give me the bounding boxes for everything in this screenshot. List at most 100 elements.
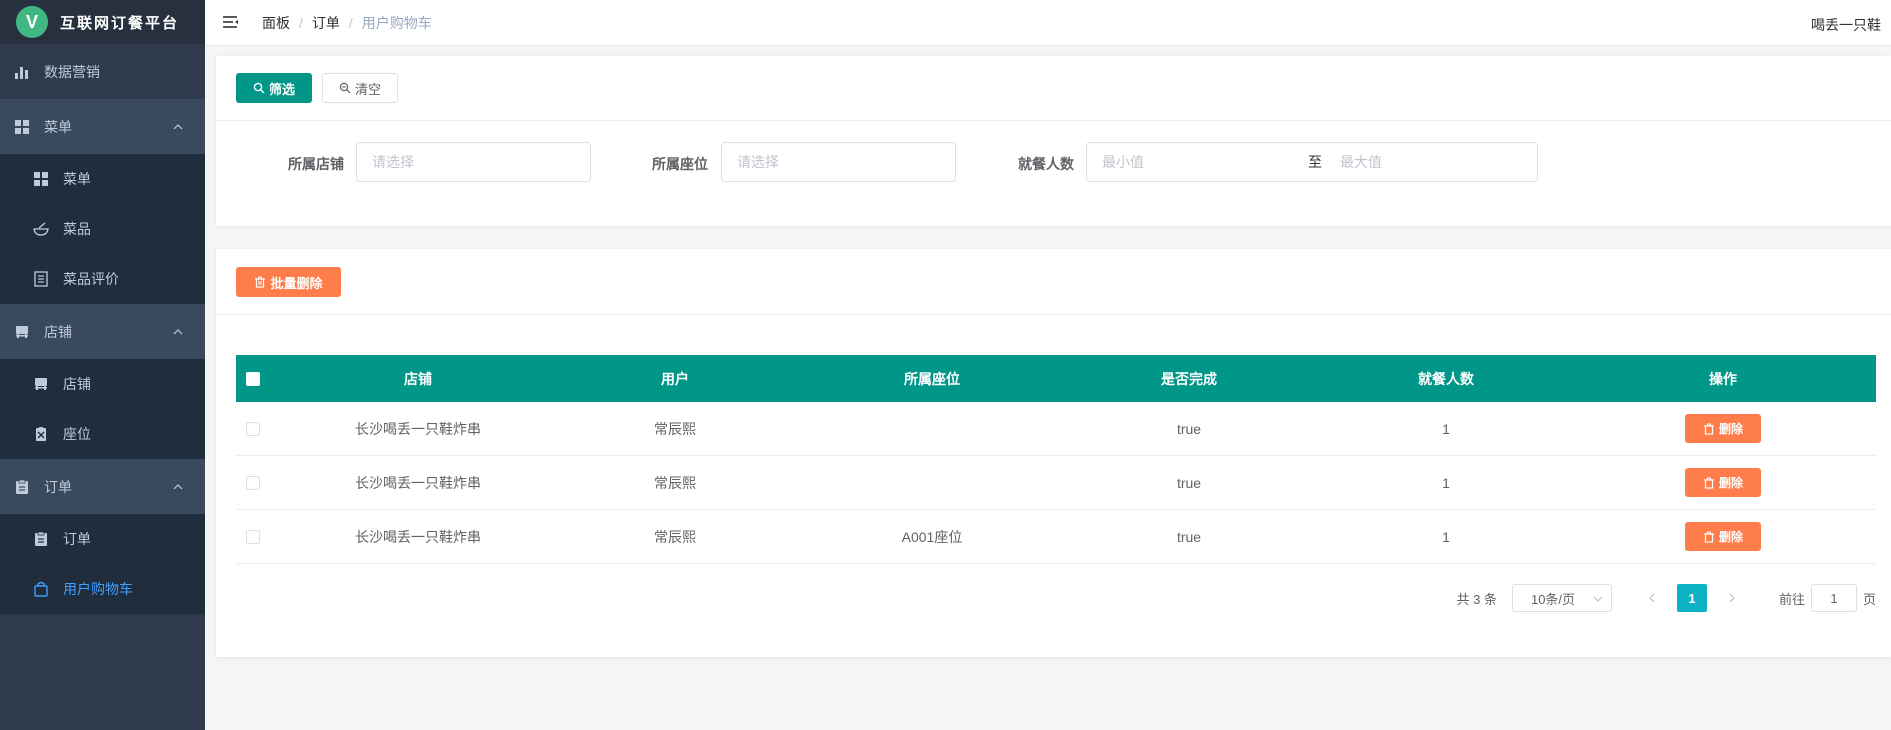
sidebar: V 互联网订餐平台 数据营销 菜单 菜单 菜品 菜品评价 店铺 店铺 座位 订单… <box>0 0 205 730</box>
chevron-up-icon <box>173 328 183 334</box>
menu-toggle-icon[interactable] <box>222 15 240 31</box>
seat-select[interactable]: 请选择 <box>721 142 956 182</box>
sidebar-item-dish-reviews[interactable]: 菜品评价 <box>0 254 205 304</box>
breadcrumb: 面板 / 订单 / 用户购物车 <box>262 13 432 33</box>
sidebar-item-label: 订单 <box>63 531 91 547</box>
sidebar-item-label: 菜品 <box>63 221 91 237</box>
next-page-button[interactable] <box>1717 584 1747 612</box>
breadcrumb-item[interactable]: 订单 <box>312 13 340 33</box>
sidebar-item-dishes[interactable]: 菜品 <box>0 204 205 254</box>
breadcrumb-item[interactable]: 面板 <box>262 13 290 33</box>
cell-diners: 1 <box>1442 474 1450 491</box>
diners-max-input[interactable]: 最大值 <box>1340 152 1382 172</box>
bar-chart-icon <box>14 64 30 80</box>
page-size-select[interactable]: 10条/页 <box>1511 584 1612 612</box>
table-row: 长沙喝丢一只鞋炸串 常辰熙 true 1 删除 <box>236 402 1876 456</box>
trash-icon <box>1703 477 1714 489</box>
row-checkbox[interactable] <box>246 475 260 490</box>
batch-delete-button[interactable]: 批量删除 <box>236 267 341 297</box>
cell-action: 删除 <box>1592 468 1854 497</box>
sidebar-item-menu[interactable]: 菜单 <box>0 154 205 204</box>
cell-user: 常辰熙 <box>654 528 696 545</box>
header-cell: 用户 <box>661 370 689 387</box>
header-cell-select <box>236 371 272 386</box>
trash-icon <box>255 276 266 288</box>
cell-store: 长沙喝丢一只鞋炸串 <box>355 474 481 491</box>
sidebar-group-orders[interactable]: 订单 <box>0 459 205 514</box>
store-select[interactable]: 请选择 <box>356 142 591 182</box>
cell-seat: A001座位 <box>901 528 963 545</box>
grid-icon <box>14 119 30 135</box>
cell-diners: 1 <box>1442 420 1450 437</box>
delete-button[interactable]: 删除 <box>1685 468 1761 497</box>
page-number-current[interactable]: 1 <box>1676 584 1707 612</box>
delete-label: 删除 <box>1718 530 1743 544</box>
sidebar-item-orders[interactable]: 订单 <box>0 514 205 564</box>
list-icon <box>33 271 49 287</box>
sidebar-item-seats[interactable]: 座位 <box>0 409 205 459</box>
app-title: 互联网订餐平台 <box>60 14 180 32</box>
filter-button-label: 筛选 <box>268 81 295 97</box>
cell-user: 常辰熙 <box>654 420 696 437</box>
chevron-left-icon <box>1649 593 1655 603</box>
row-checkbox[interactable] <box>246 421 260 436</box>
grid-icon <box>33 171 49 187</box>
delete-button[interactable]: 删除 <box>1685 522 1761 551</box>
goto-page: 前往 1 页 <box>1779 584 1876 612</box>
sidebar-group-menu[interactable]: 菜单 <box>0 99 205 154</box>
sidebar-item-label: 菜单 <box>44 118 72 135</box>
delete-button[interactable]: 删除 <box>1685 414 1761 443</box>
sidebar-item-label: 菜单 <box>63 171 91 187</box>
filter-panel: 筛选 清空 所属店铺 请选择 所属座位 请选择 就餐人数 最小值 至 最大值 <box>216 56 1891 226</box>
store-icon <box>33 376 49 392</box>
diners-min-input[interactable]: 最小值 <box>1102 152 1308 172</box>
cart-table: 店铺 用户 所属座位 是否完成 就餐人数 操作 长沙喝丢一只鞋炸串 常辰熙 tr… <box>236 355 1876 564</box>
brand: V 互联网订餐平台 <box>0 0 205 44</box>
table-panel: 批量删除 店铺 用户 所属座位 是否完成 就餐人数 操作 长沙喝丢一只鞋炸串 常… <box>216 249 1891 657</box>
cell-action: 删除 <box>1592 414 1854 443</box>
breadcrumb-separator: / <box>299 14 303 31</box>
store-select-placeholder: 请选择 <box>372 154 414 170</box>
seat-label: 所属座位 <box>652 156 708 172</box>
range-separator: 至 <box>1308 154 1322 170</box>
cell-action: 删除 <box>1592 522 1854 551</box>
filter-button[interactable]: 筛选 <box>236 73 312 103</box>
divider <box>216 120 1891 121</box>
goto-page-input[interactable]: 1 <box>1810 584 1857 612</box>
goto-prefix: 前往 <box>1778 591 1805 607</box>
app-logo: V <box>16 6 48 38</box>
sidebar-item-label: 座位 <box>63 426 91 442</box>
table-row: 长沙喝丢一只鞋炸串 常辰熙 A001座位 true 1 删除 <box>236 510 1876 564</box>
breadcrumb-separator: / <box>348 14 353 31</box>
cell-done: true <box>1176 474 1202 491</box>
cell-done: true <box>1176 420 1202 437</box>
select-all-checkbox[interactable] <box>246 371 260 386</box>
goto-suffix: 页 <box>1862 591 1876 607</box>
store-label: 所属店铺 <box>288 156 344 172</box>
sidebar-group-store[interactable]: 店铺 <box>0 304 205 359</box>
pagination-total: 共 3 条 <box>1456 591 1497 607</box>
cell-done: true <box>1176 528 1202 545</box>
sidebar-item-marketing[interactable]: 数据营销 <box>0 44 205 99</box>
delete-label: 删除 <box>1718 476 1743 490</box>
search-icon <box>253 82 265 94</box>
trash-icon <box>1703 423 1714 435</box>
divider <box>216 314 1891 315</box>
row-checkbox[interactable] <box>246 529 260 544</box>
clear-button[interactable]: 清空 <box>322 73 398 103</box>
breadcrumb-current: 用户购物车 <box>361 14 432 31</box>
row-select-cell <box>236 475 272 490</box>
sidebar-item-label: 菜品评价 <box>63 271 119 287</box>
diners-range: 最小值 至 最大值 <box>1086 142 1538 182</box>
diners-label: 就餐人数 <box>1018 156 1074 172</box>
sidebar-item-user-cart[interactable]: 用户购物车 <box>0 564 205 614</box>
table-row: 长沙喝丢一只鞋炸串 常辰熙 true 1 删除 <box>236 456 1876 510</box>
cell-diners: 1 <box>1442 528 1450 545</box>
zoom-out-icon <box>339 82 351 94</box>
chevron-down-icon <box>1593 596 1603 602</box>
cell-store: 长沙喝丢一只鞋炸串 <box>355 528 481 545</box>
sidebar-item-stores[interactable]: 店铺 <box>0 359 205 409</box>
prev-page-button[interactable] <box>1637 584 1667 612</box>
user-menu[interactable]: 喝丢一只鞋 <box>1811 15 1881 35</box>
clipboard-icon <box>33 531 49 547</box>
